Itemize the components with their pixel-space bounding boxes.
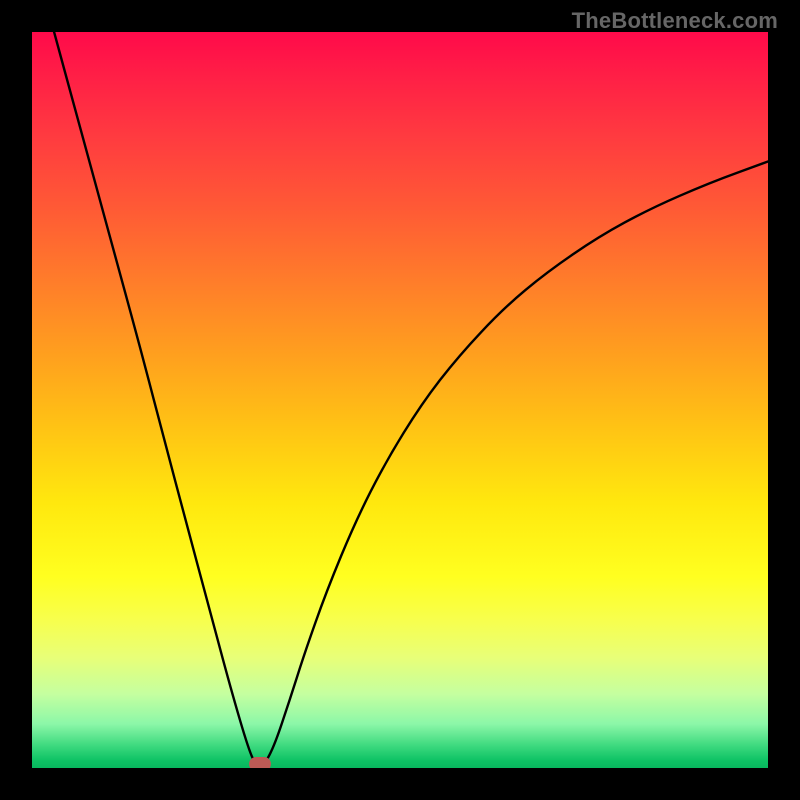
plot-area (32, 32, 768, 768)
curve-layer (32, 32, 768, 768)
brand-watermark: TheBottleneck.com (572, 8, 778, 34)
chart-container: TheBottleneck.com (0, 0, 800, 800)
curve-path (54, 32, 768, 766)
optimum-marker (249, 757, 271, 768)
